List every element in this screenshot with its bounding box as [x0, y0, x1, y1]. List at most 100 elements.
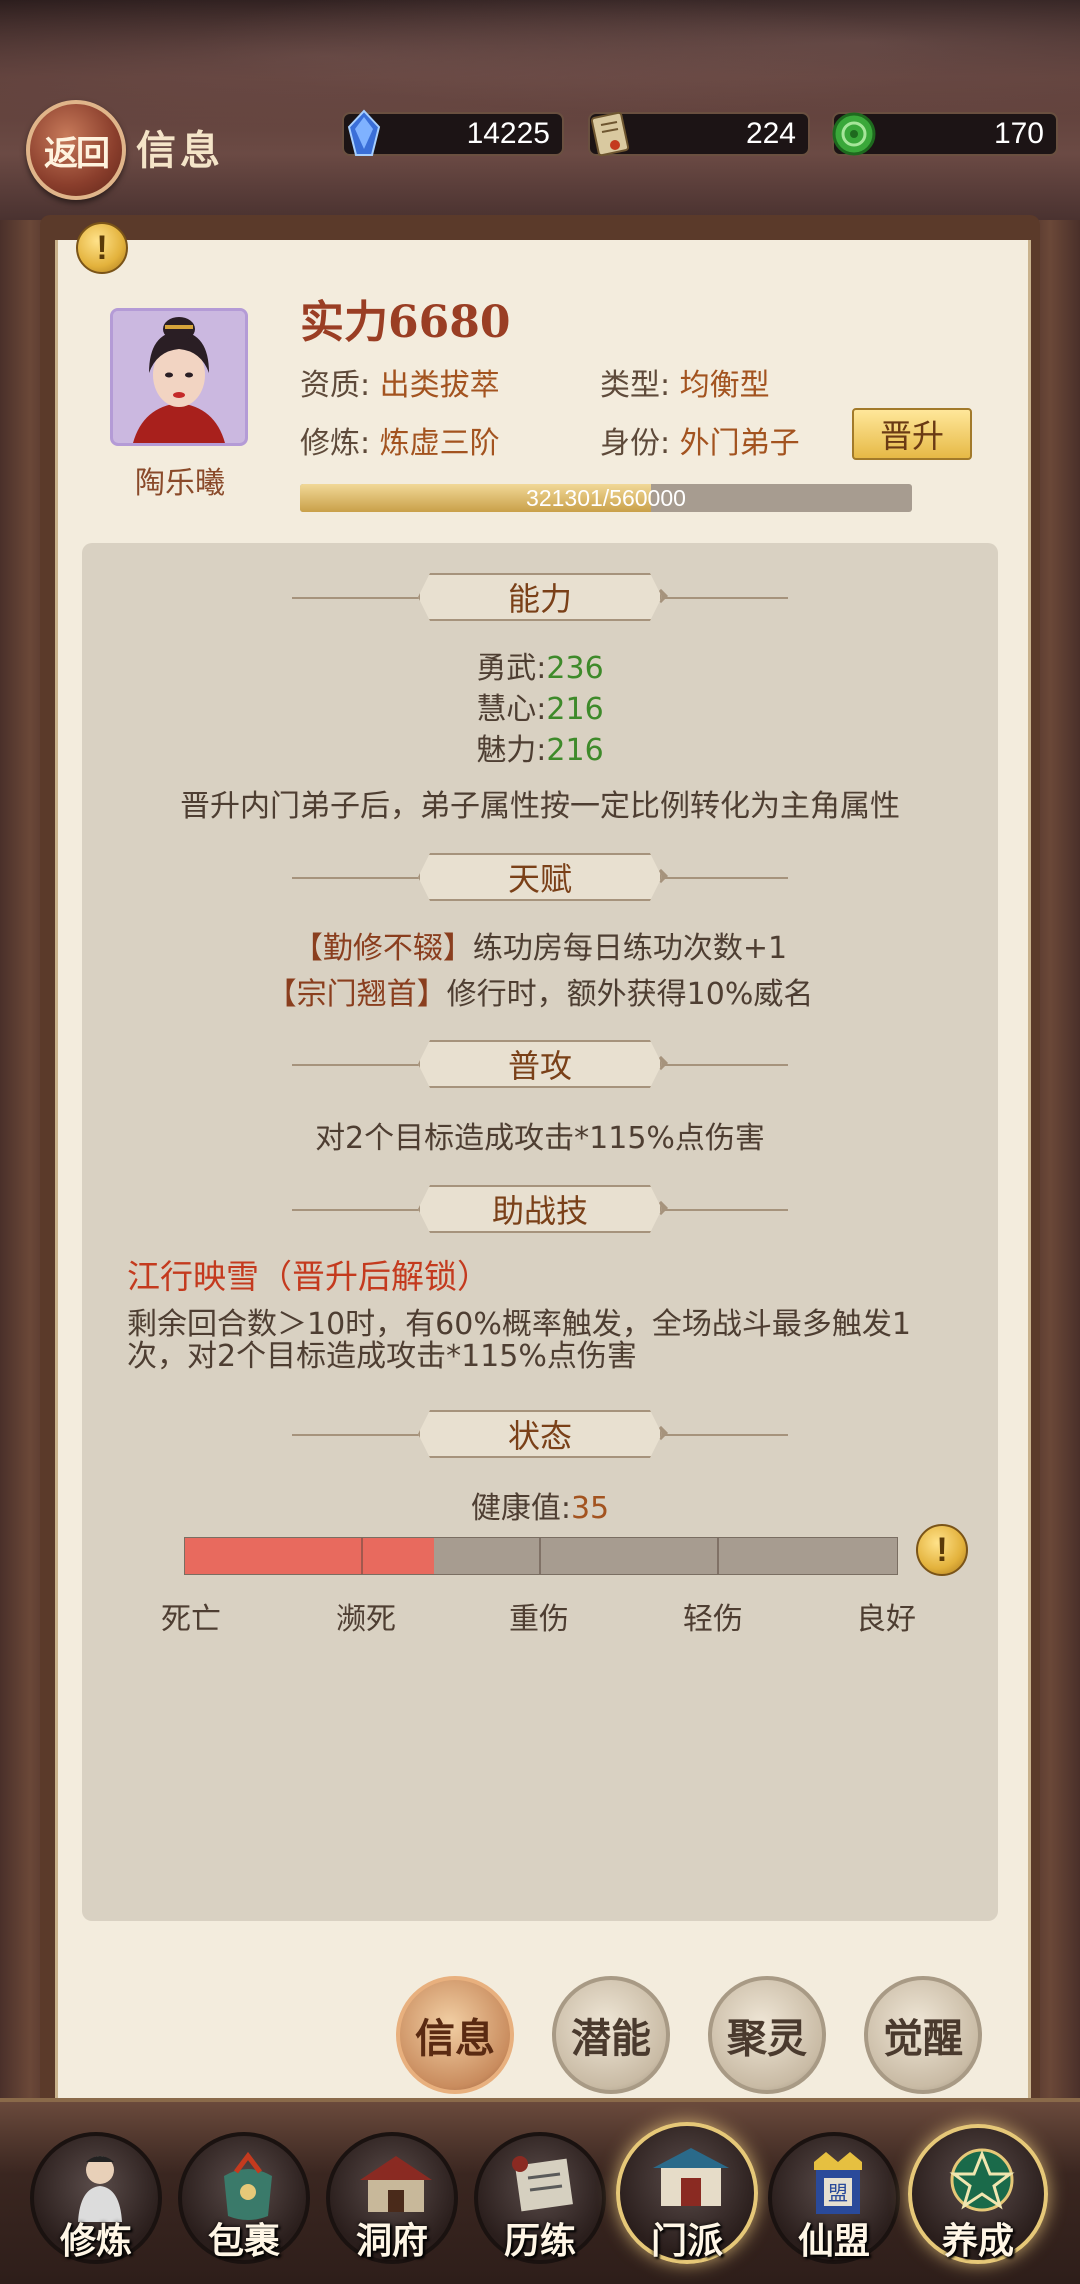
nav-cave[interactable]: 洞府: [326, 2132, 458, 2264]
details-box[interactable]: 能力 勇武:236 慧心:216 魅力:216 晋升内门弟子后，弟子属性按一定比…: [82, 543, 998, 1921]
promote-button[interactable]: 晋升: [852, 408, 972, 460]
health-value: 35: [570, 1491, 610, 1526]
identity-value: 外门弟子: [679, 426, 800, 461]
section-title-assist: 助战技: [418, 1185, 662, 1233]
type-value: 均衡型: [679, 368, 770, 403]
cultivation-label: 修炼:: [300, 426, 371, 461]
assist-skill-name: 江行映雪（晋升后解锁）: [127, 1257, 490, 1296]
resource-crystal-value: 14225: [466, 117, 550, 150]
type-label: 类型:: [600, 368, 671, 403]
header-line: [658, 877, 788, 879]
section-header-status: 状态: [82, 1410, 998, 1460]
tab-awaken[interactable]: 觉醒: [864, 1976, 982, 2094]
header-line: [292, 1434, 422, 1436]
talent-desc: 修行时，额外获得10%威名: [446, 977, 814, 1012]
talent-item: 【勤修不辍】练功房每日练功次数+1: [82, 923, 998, 967]
nav-label: 包裹: [207, 2220, 280, 2262]
tab-potential[interactable]: 潜能: [552, 1976, 670, 2094]
header-line: [292, 877, 422, 879]
section-header-talent: 天赋: [82, 853, 998, 903]
talent-name: 【勤修不辍】: [292, 931, 473, 966]
page-title: 信息: [136, 127, 224, 174]
health-segment: [539, 1538, 541, 1574]
aptitude-label: 资质:: [300, 368, 371, 403]
health-segment: [717, 1538, 719, 1574]
stat-value: 216: [546, 692, 604, 727]
nav-label: 养成: [941, 2220, 1014, 2262]
top-bar: 返回 信息 14225 224 170: [0, 100, 1080, 210]
resource-scroll-value: 224: [745, 117, 796, 150]
svg-text:盟: 盟: [828, 2181, 848, 2205]
character-name: 陶乐曦: [135, 466, 225, 501]
health-bar-fill: [185, 1538, 435, 1574]
health-info-icon[interactable]: !: [916, 1524, 968, 1576]
talent-name: 【宗门翘首】: [266, 977, 447, 1012]
section-header-assist: 助战技: [82, 1185, 998, 1235]
alert-icon[interactable]: !: [76, 222, 128, 274]
nav-alliance[interactable]: 盟 仙盟: [768, 2132, 900, 2264]
aptitude-value: 出类拔萃: [379, 368, 500, 403]
nav-label: 修炼: [59, 2220, 132, 2262]
nav-adventure[interactable]: 历练: [474, 2132, 606, 2264]
back-button[interactable]: 返回: [26, 100, 126, 200]
health-level-label: 死亡: [161, 1602, 221, 1637]
power-rating: 实力6680: [300, 286, 510, 350]
cultivation-row: 修炼: 炼虚三阶: [300, 418, 500, 462]
resource-jade-value: 170: [993, 117, 1044, 150]
section-title-status: 状态: [418, 1410, 662, 1458]
tab-info[interactable]: 信息: [396, 1976, 514, 2094]
resource-scroll[interactable]: 224: [588, 111, 810, 157]
resource-jade[interactable]: 170: [832, 112, 1058, 156]
header-line: [658, 1209, 788, 1211]
stat-value: 216: [546, 733, 604, 768]
health-level-label: 轻伤: [683, 1602, 743, 1637]
attack-desc: 对2个目标造成攻击*115%点伤害: [315, 1121, 765, 1156]
identity-label: 身份:: [600, 426, 671, 461]
bottom-nav: 修炼 包裹 洞府 历练 门派 盟 仙盟 养成: [0, 2098, 1080, 2284]
stat-label: 勇武:: [476, 651, 547, 686]
stat-row: 慧心:216: [82, 684, 998, 728]
stat-row: 勇武:236: [82, 643, 998, 687]
cultivation-value: 炼虚三阶: [379, 426, 500, 461]
health-level-label: 濒死: [336, 1602, 396, 1637]
identity-row: 身份: 外门弟子: [600, 418, 800, 462]
health-level-label: 重伤: [509, 1602, 569, 1637]
stat-row: 魅力:216: [82, 725, 998, 769]
header-line: [658, 1434, 788, 1436]
health-row: 健康值:35: [82, 1483, 998, 1527]
talent-item: 【宗门翘首】修行时，额外获得10%威名: [82, 969, 998, 1013]
header-line: [658, 1064, 788, 1066]
assist-skill-desc: 剩余回合数＞10时，有60%概率触发，全场战斗最多触发1次，对2个目标造成攻击*…: [127, 1307, 911, 1374]
header-line: [292, 1209, 422, 1211]
nav-label: 仙盟: [797, 2220, 870, 2262]
health-label: 健康值:: [470, 1491, 571, 1526]
stat-label: 慧心:: [476, 692, 547, 727]
health-segment: [361, 1538, 363, 1574]
jade-coin-icon: [826, 106, 882, 162]
section-header-ability: 能力: [82, 573, 998, 623]
header-line: [658, 597, 788, 599]
pentagram-icon: [949, 2148, 1015, 2212]
stat-label: 魅力:: [476, 733, 547, 768]
health-bar: [184, 1537, 898, 1575]
ability-note: 晋升内门弟子后，弟子属性按一定比例转化为主角属性: [180, 789, 900, 824]
tab-gather-spirit[interactable]: 聚灵: [708, 1976, 826, 2094]
nav-label: 历练: [503, 2220, 576, 2262]
resource-crystal[interactable]: 14225: [342, 109, 564, 156]
nav-cultivate[interactable]: 修炼: [30, 2132, 162, 2264]
aptitude-row: 资质: 出类拔萃: [300, 360, 500, 404]
nav-sect[interactable]: 门派: [616, 2122, 758, 2264]
power-label: 实力: [300, 297, 388, 348]
talent-desc: 练功房每日练功次数+1: [472, 931, 788, 966]
nav-label: 洞府: [355, 2220, 428, 2262]
nav-bag[interactable]: 包裹: [178, 2132, 310, 2264]
crystal-icon: [336, 106, 392, 162]
nav-nurture[interactable]: 养成: [908, 2124, 1048, 2264]
exp-text: 321301/560000: [526, 485, 686, 511]
power-value: 6680: [388, 297, 511, 348]
section-header-attack: 普攻: [82, 1040, 998, 1090]
section-title-attack: 普攻: [418, 1040, 662, 1088]
nav-label: 门派: [650, 2220, 723, 2262]
avatar[interactable]: [110, 308, 248, 446]
health-level-label: 良好: [856, 1602, 916, 1637]
